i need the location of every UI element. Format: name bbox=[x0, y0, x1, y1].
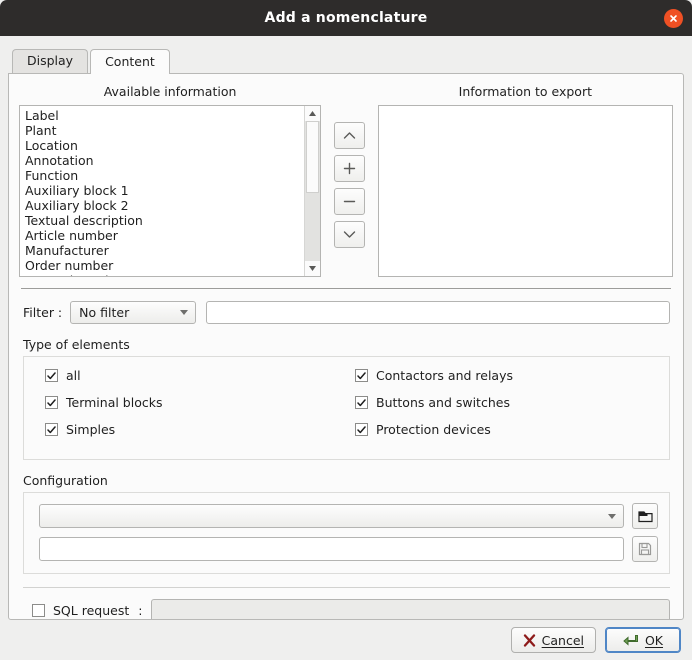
save-configuration-button[interactable] bbox=[632, 536, 658, 562]
type-of-elements-body: all Contactors and relays Terminal block… bbox=[23, 356, 670, 460]
dual-list-section: Available information Label Plant Locati… bbox=[9, 74, 683, 277]
list-item[interactable]: Internal number bbox=[20, 273, 304, 276]
ok-arrow-icon bbox=[623, 634, 639, 647]
available-information-column: Available information Label Plant Locati… bbox=[19, 84, 322, 277]
move-up-button[interactable] bbox=[333, 122, 365, 149]
list-item[interactable]: Auxiliary block 2 bbox=[20, 198, 304, 213]
available-information-title: Available information bbox=[103, 84, 237, 99]
list-item[interactable]: Textual description bbox=[20, 213, 304, 228]
type-of-elements-group: Type of elements all Contactors and rela… bbox=[23, 337, 670, 460]
dialog-footer: Cancel OK bbox=[0, 620, 692, 660]
list-item[interactable]: Auxiliary block 1 bbox=[20, 183, 304, 198]
checkbox-contactors-and-relays[interactable]: Contactors and relays bbox=[334, 368, 669, 383]
filter-input[interactable] bbox=[206, 301, 670, 324]
checkbox-all[interactable]: all bbox=[24, 368, 334, 383]
information-to-export-items bbox=[379, 106, 672, 276]
filter-row: Filter : No filter bbox=[9, 289, 683, 324]
content-tab-panel: Available information Label Plant Locati… bbox=[8, 73, 684, 620]
checkbox-terminal-blocks[interactable]: Terminal blocks bbox=[24, 395, 334, 410]
checkmark-icon bbox=[45, 423, 58, 436]
checkbox-protection-devices[interactable]: Protection devices bbox=[334, 422, 669, 437]
checkbox-simples[interactable]: Simples bbox=[24, 422, 334, 437]
checkmark-icon bbox=[355, 423, 368, 436]
checkbox-all-label: all bbox=[66, 368, 81, 383]
sql-request-colon: : bbox=[138, 603, 143, 618]
cancel-label-text: Cancel bbox=[541, 632, 584, 648]
list-item[interactable]: Annotation bbox=[20, 153, 304, 168]
list-item[interactable]: Order number bbox=[20, 258, 304, 273]
information-to-export-list[interactable] bbox=[377, 105, 673, 277]
open-configuration-button[interactable] bbox=[632, 503, 658, 529]
configuration-select[interactable] bbox=[39, 504, 624, 528]
list-item[interactable]: Manufacturer bbox=[20, 243, 304, 258]
scrollbar-thumb[interactable] bbox=[306, 121, 320, 193]
configuration-group: Configuration bbox=[23, 473, 670, 574]
configuration-select-row bbox=[39, 503, 658, 529]
tab-content[interactable]: Content bbox=[90, 49, 170, 74]
type-of-elements-label: Type of elements bbox=[23, 337, 130, 352]
checkbox-buttons-and-switches-label: Buttons and switches bbox=[376, 395, 510, 410]
checkmark-icon bbox=[355, 369, 368, 382]
sql-request-input[interactable] bbox=[151, 599, 670, 619]
available-information-list[interactable]: Label Plant Location Annotation Function… bbox=[19, 105, 322, 277]
transfer-button-group bbox=[321, 84, 378, 277]
ok-label-text: OK bbox=[644, 632, 664, 648]
tab-bar: Display Content bbox=[0, 36, 692, 74]
checkmark-icon bbox=[45, 369, 58, 382]
checkbox-simples-label: Simples bbox=[66, 422, 116, 437]
type-of-elements-grid: all Contactors and relays Terminal block… bbox=[24, 368, 669, 437]
add-button[interactable] bbox=[333, 155, 365, 182]
filter-select[interactable]: No filter bbox=[70, 301, 197, 324]
filter-select-value: No filter bbox=[79, 305, 130, 320]
window-title: Add a nomenclature bbox=[264, 10, 428, 26]
configuration-name-input[interactable] bbox=[39, 537, 624, 561]
configuration-body bbox=[23, 492, 670, 574]
scroll-down-arrow-icon[interactable] bbox=[305, 261, 321, 276]
sql-request-label: SQL request bbox=[53, 603, 130, 618]
available-information-items: Label Plant Location Annotation Function… bbox=[20, 106, 304, 276]
add-nomenclature-dialog: Add a nomenclature Display Content Avail… bbox=[0, 0, 692, 660]
cancel-x-icon bbox=[523, 633, 536, 647]
tab-display[interactable]: Display bbox=[12, 49, 89, 73]
information-to-export-column: Information to export bbox=[377, 84, 673, 277]
list-item[interactable]: Plant bbox=[20, 123, 304, 138]
remove-button[interactable] bbox=[333, 188, 365, 215]
checkmark-icon bbox=[45, 396, 58, 409]
checkbox-contactors-and-relays-label: Contactors and relays bbox=[376, 368, 513, 383]
chevron-down-icon bbox=[180, 310, 189, 315]
checkbox-terminal-blocks-label: Terminal blocks bbox=[66, 395, 163, 410]
list-item[interactable]: Function bbox=[20, 168, 304, 183]
title-bar: Add a nomenclature bbox=[0, 0, 692, 36]
configuration-name-row bbox=[39, 536, 658, 562]
cancel-button-label: Cancel bbox=[542, 633, 584, 648]
list-item[interactable]: Label bbox=[20, 108, 304, 123]
ok-button-label: OK bbox=[645, 633, 663, 648]
cancel-button[interactable]: Cancel bbox=[510, 627, 596, 653]
filter-label: Filter : bbox=[23, 305, 63, 320]
list-item[interactable]: Article number bbox=[20, 228, 304, 243]
scrollbar-track[interactable] bbox=[305, 121, 321, 261]
folder-open-icon bbox=[637, 510, 653, 523]
configuration-label: Configuration bbox=[23, 473, 108, 488]
close-button[interactable] bbox=[664, 9, 683, 28]
sql-request-row: SQL request : bbox=[9, 588, 683, 619]
checkbox-buttons-and-switches[interactable]: Buttons and switches bbox=[334, 395, 669, 410]
chevron-down-icon bbox=[608, 513, 616, 519]
sql-request-checkbox[interactable] bbox=[32, 604, 45, 617]
list-item[interactable]: Location bbox=[20, 138, 304, 153]
close-icon bbox=[668, 13, 679, 24]
checkmark-icon bbox=[355, 396, 368, 409]
checkbox-protection-devices-label: Protection devices bbox=[376, 422, 491, 437]
available-list-scrollbar[interactable] bbox=[304, 106, 321, 276]
scroll-up-arrow-icon[interactable] bbox=[305, 106, 321, 121]
information-to-export-title: Information to export bbox=[458, 84, 592, 99]
move-down-button[interactable] bbox=[333, 221, 365, 248]
ok-button[interactable]: OK bbox=[605, 627, 681, 653]
floppy-save-icon bbox=[638, 542, 652, 556]
